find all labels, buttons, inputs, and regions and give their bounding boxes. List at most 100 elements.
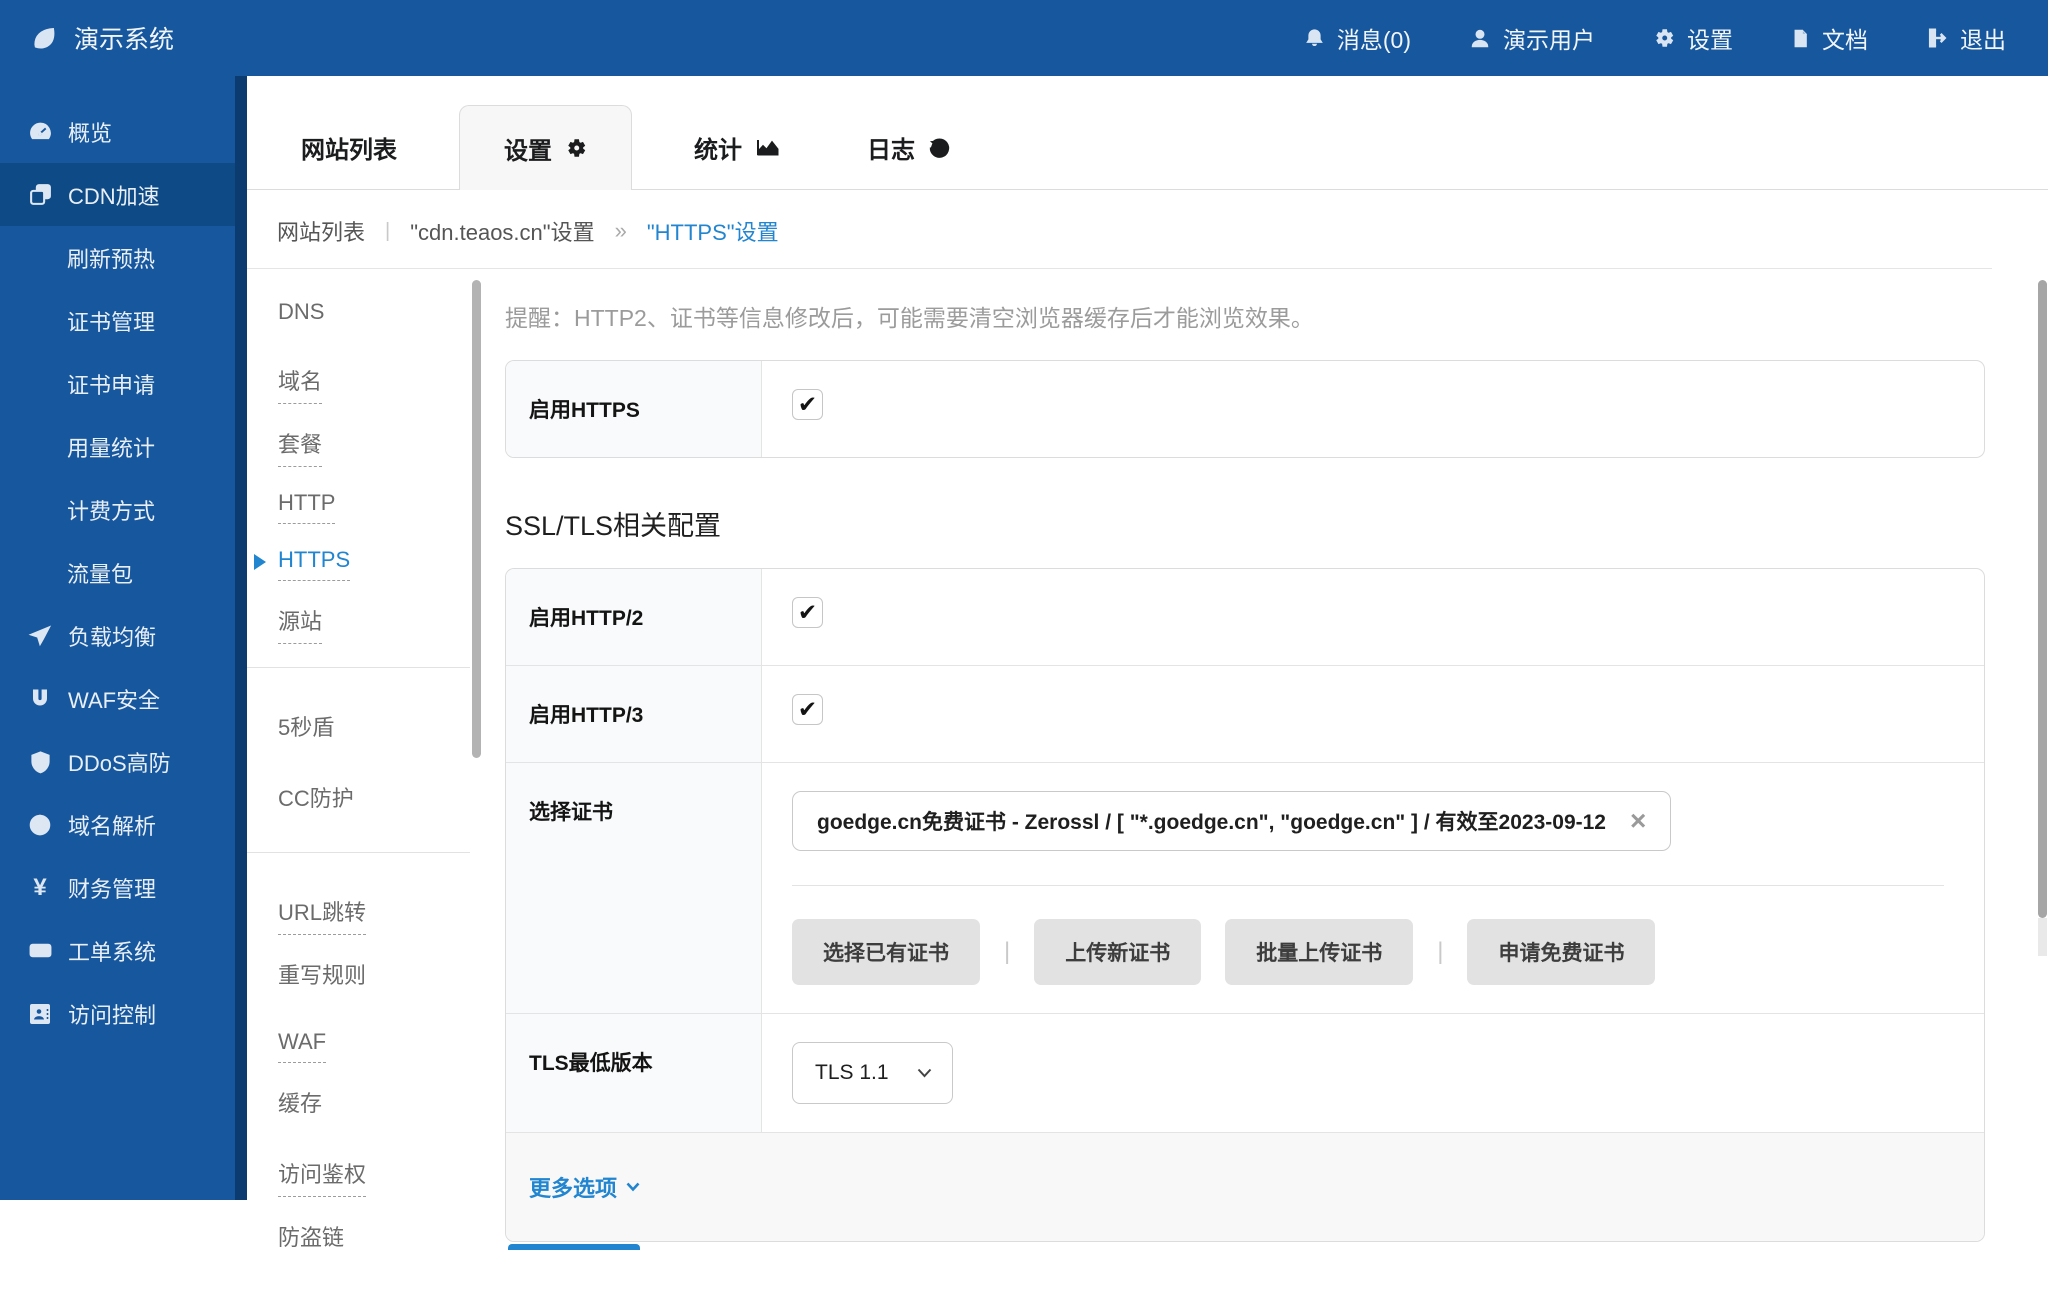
- tls-version-select[interactable]: TLS 1.1: [792, 1042, 953, 1104]
- sidebar-item-waf[interactable]: WAF安全: [0, 667, 235, 730]
- submenu-item-origin[interactable]: 源站: [278, 604, 322, 644]
- logout-label: 退出: [1960, 21, 2006, 55]
- sidebar-item-cdn[interactable]: CDN加速: [0, 163, 235, 226]
- cert-button-row: 选择已有证书 | 上传新证书 批量上传证书 | 申请免费证书: [792, 919, 1944, 985]
- shield-icon: [27, 750, 53, 774]
- sidebar-item-label: DDoS高防: [68, 746, 171, 778]
- settings-main-row: DNS 域名 套餐 HTTP HTTPS 源站 5秒盾 CC防护 URL跳转 重…: [247, 263, 2048, 1200]
- submenu-item-url-redirect[interactable]: URL跳转: [278, 895, 366, 935]
- sidebar-item-purge[interactable]: 刷新预热: [0, 226, 235, 289]
- tab-logs[interactable]: 日志: [843, 105, 975, 189]
- submenu-item-domains[interactable]: 域名: [278, 364, 322, 404]
- sidebar-item-load-balancer[interactable]: 负载均衡: [0, 604, 235, 667]
- sidebar-item-cert-apply[interactable]: 证书申请: [0, 352, 235, 415]
- sidebar-item-label: 证书管理: [67, 305, 155, 337]
- upload-new-cert-button[interactable]: 上传新证书: [1034, 919, 1201, 985]
- docs-label: 文档: [1822, 21, 1868, 55]
- checkmark-icon: ✔: [798, 391, 817, 418]
- current-user-button[interactable]: 演示用户: [1469, 21, 1595, 55]
- settings-label: 设置: [1687, 21, 1733, 55]
- cert-label: 选择证书: [506, 763, 762, 1013]
- batch-upload-cert-button[interactable]: 批量上传证书: [1225, 919, 1413, 985]
- sidebar-item-label: 域名解析: [68, 809, 156, 841]
- settings-button[interactable]: 设置: [1653, 21, 1733, 55]
- checkmark-icon: ✔: [798, 696, 817, 723]
- enable-https-label: 启用HTTPS: [506, 361, 762, 457]
- sidebar-item-access-control[interactable]: 访问控制: [0, 982, 235, 1045]
- yen-icon: ¥: [27, 874, 53, 902]
- remove-certificate-icon[interactable]: ×: [1630, 810, 1646, 832]
- https-settings-form: 提醒：HTTP2、证书等信息修改后，可能需要清空浏览器缓存后才能浏览效果。 启用…: [505, 263, 1985, 1250]
- cdn-icon: [27, 182, 53, 207]
- paper-plane-icon: [27, 624, 53, 648]
- tab-stats[interactable]: 统计: [670, 105, 805, 189]
- breadcrumb-separator-icon: »: [615, 218, 627, 244]
- logout-button[interactable]: 退出: [1926, 21, 2006, 55]
- certificate-chip[interactable]: goedge.cn免费证书 - Zerossl / [ "*.goedge.cn…: [792, 791, 1671, 851]
- page-scrollbar[interactable]: [2038, 280, 2047, 918]
- gear-icon: [565, 137, 587, 159]
- sidebar-item-billing-method[interactable]: 计费方式: [0, 478, 235, 541]
- area-chart-icon: [755, 135, 781, 159]
- brand[interactable]: 演示系统: [0, 20, 174, 56]
- more-options-link[interactable]: 更多选项: [529, 1171, 640, 1203]
- breadcrumb-site-settings[interactable]: "cdn.teaos.cn"设置: [410, 215, 594, 247]
- tab-label: 统计: [694, 130, 742, 165]
- sidebar-item-cert-manage[interactable]: 证书管理: [0, 289, 235, 352]
- leaf-logo-icon: [30, 25, 57, 52]
- enable-https-checkbox[interactable]: ✔: [792, 389, 823, 420]
- cert-divider: [792, 885, 1944, 886]
- submenu-scrollbar[interactable]: [472, 280, 481, 758]
- sidebar-item-ddos[interactable]: DDoS高防: [0, 730, 235, 793]
- panel-footer: 更多选项: [506, 1132, 1984, 1241]
- submenu-item-http[interactable]: HTTP: [278, 490, 335, 524]
- page-scrollbar-track[interactable]: [2038, 918, 2047, 956]
- submenu-item-auth[interactable]: 访问鉴权: [278, 1157, 366, 1197]
- save-button-clipped[interactable]: [508, 1244, 640, 1250]
- breadcrumb-site-list[interactable]: 网站列表: [277, 215, 365, 247]
- submenu-item-https[interactable]: HTTPS: [278, 547, 350, 581]
- http3-value: ✔: [762, 666, 1984, 762]
- bell-icon: [1304, 27, 1325, 50]
- cert-value: goedge.cn免费证书 - Zerossl / [ "*.goedge.cn…: [762, 763, 1984, 1013]
- user-icon: [1469, 27, 1491, 50]
- sidebar-item-usage-stats[interactable]: 用量统计: [0, 415, 235, 478]
- sidebar-item-label: 财务管理: [68, 872, 156, 904]
- submenu-item-5s-shield[interactable]: 5秒盾: [278, 710, 334, 750]
- http2-checkbox[interactable]: ✔: [792, 597, 823, 628]
- sidebar-item-traffic-package[interactable]: 流量包: [0, 541, 235, 604]
- tab-site-list[interactable]: 网站列表: [277, 105, 421, 189]
- tab-settings[interactable]: 设置: [459, 105, 632, 190]
- http3-checkbox[interactable]: ✔: [792, 694, 823, 725]
- submenu-item-plan[interactable]: 套餐: [278, 427, 322, 467]
- tab-bar: 网站列表 设置 统计 日志: [247, 76, 2048, 190]
- http3-label: 启用HTTP/3: [506, 666, 762, 762]
- breadcrumb-https-settings[interactable]: "HTTPS"设置: [647, 215, 779, 247]
- current-user-label: 演示用户: [1503, 21, 1595, 55]
- main-content: 网站列表 设置 统计 日志 网站列表 | "cdn.teaos.cn"设置 » …: [247, 76, 2048, 1200]
- submenu-item-dns[interactable]: DNS: [278, 299, 324, 333]
- sidebar-item-overview[interactable]: 概览: [0, 100, 235, 163]
- gear-icon: [1653, 27, 1675, 49]
- settings-submenu: DNS 域名 套餐 HTTP HTTPS 源站 5秒盾 CC防护 URL跳转 重…: [278, 299, 470, 1291]
- select-existing-cert-button[interactable]: 选择已有证书: [792, 919, 980, 985]
- submenu-item-cc-protect[interactable]: CC防护: [278, 781, 354, 821]
- enable-https-value: ✔: [762, 361, 1984, 457]
- apply-free-cert-button[interactable]: 申请免费证书: [1467, 919, 1655, 985]
- sidebar: 概览 CDN加速 刷新预热 证书管理 证书申请 用量统计 计费方式 流量包 负载…: [0, 76, 247, 1200]
- magnet-icon: [27, 687, 53, 711]
- submenu-item-rewrite-rules[interactable]: 重写规则: [278, 958, 366, 998]
- document-icon: [1791, 27, 1810, 50]
- submenu-item-waf[interactable]: WAF: [278, 1029, 326, 1063]
- submenu-item-hotlink[interactable]: 防盗链: [278, 1220, 344, 1260]
- submenu-item-cache[interactable]: 缓存: [278, 1086, 322, 1126]
- dashboard-icon: [27, 119, 53, 144]
- messages-button[interactable]: 消息(0): [1304, 21, 1411, 55]
- sidebar-item-finance[interactable]: ¥ 财务管理: [0, 856, 235, 919]
- tab-label: 日志: [867, 130, 915, 165]
- logout-icon: [1926, 27, 1948, 49]
- sidebar-item-dns-resolve[interactable]: 域名解析: [0, 793, 235, 856]
- tls-value: TLS 1.1: [762, 1014, 1984, 1132]
- sidebar-item-tickets[interactable]: 工单系统: [0, 919, 235, 982]
- docs-button[interactable]: 文档: [1791, 21, 1868, 55]
